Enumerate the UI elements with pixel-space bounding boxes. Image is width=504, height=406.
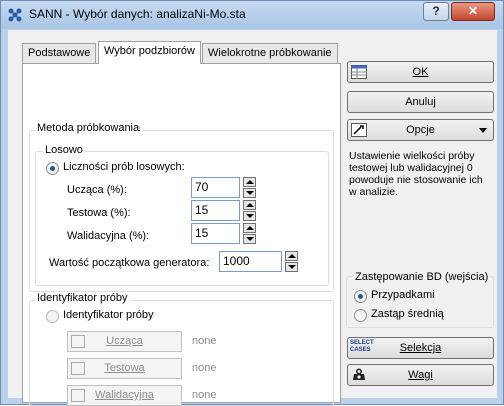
tab-podstawowe[interactable]: Podstawowe [22, 43, 97, 63]
variable-icon [71, 362, 85, 375]
validation-identifier-status: none [192, 389, 217, 401]
test-percent-stepper[interactable] [243, 200, 256, 221]
sample-size-note: Ustawienie wielkości próby testowej lub … [349, 150, 483, 198]
train-identifier-label: Ucząca [106, 335, 143, 347]
random-radio[interactable] [46, 162, 59, 175]
validation-identifier-button[interactable]: Walidacyjna [67, 385, 182, 406]
selection-button[interactable]: SELECT CASES Selekcja [347, 337, 494, 359]
ok-button[interactable]: OK [347, 61, 494, 83]
validation-percent-input[interactable]: 15 [191, 223, 240, 244]
variable-icon [71, 389, 85, 402]
identifier-group-label: Identyfikator próby [35, 292, 130, 304]
test-identifier-button[interactable]: Testowa [67, 358, 182, 379]
test-identifier-status: none [192, 362, 217, 374]
random-option-label: Liczności prób losowych: [63, 161, 185, 173]
random-group-label: Losowo [43, 144, 85, 156]
weight-icon [353, 368, 365, 380]
ok-label: OK [412, 66, 429, 78]
tab-panel: Metoda próbkowania Metoda próbkowania Lo… [22, 63, 341, 406]
train-percent-input[interactable]: 70 [191, 177, 240, 198]
replace-cases-radio[interactable] [354, 290, 367, 303]
selection-label: Selekcja [399, 342, 442, 354]
cancel-button[interactable]: Anuluj [347, 91, 494, 113]
identifier-radio[interactable] [46, 310, 59, 323]
options-icon [351, 123, 367, 137]
tab-wielokrotne-probkowanie[interactable]: Wielokrotne próbkowanie [202, 43, 338, 63]
weights-button[interactable]: Wagi [347, 364, 494, 386]
replace-mean-radio[interactable] [354, 309, 367, 322]
replace-missing-group [346, 276, 494, 328]
seed-input[interactable]: 1000 [219, 251, 282, 272]
train-identifier-button[interactable]: Ucząca [67, 331, 182, 352]
train-label: Ucząca (%): [67, 184, 127, 196]
validation-label: Walidacyjna (%): [67, 230, 150, 242]
select-cases-icon: SELECT CASES [350, 340, 374, 353]
method-group-title: Metoda próbkowania [37, 122, 140, 134]
variable-icon [71, 335, 85, 348]
tab-wybor-podzbiorow[interactable]: Wybór podzbiorów [98, 41, 201, 64]
dialog-body: Podstawowe Wybór podzbiorów Wielokrotne … [8, 30, 497, 406]
test-label: Testowa (%): [67, 207, 131, 219]
options-button[interactable]: Opcje [347, 119, 494, 141]
test-percent-input[interactable]: 15 [191, 200, 240, 221]
options-label: Opcje [406, 124, 435, 136]
train-identifier-status: none [192, 335, 217, 347]
replace-cases-label: Przypadkami [371, 289, 435, 301]
app-icon [8, 8, 22, 22]
weights-label: Wagi [408, 369, 433, 381]
validation-percent-stepper[interactable] [243, 223, 256, 244]
seed-label: Wartość początkowa generatora: [49, 257, 210, 269]
table-icon [351, 65, 367, 79]
title-bar[interactable]: SANN - Wybór danych: analizaNi-Mo.sta ? … [1, 1, 503, 29]
chevron-down-icon [479, 128, 487, 133]
test-identifier-label: Testowa [104, 362, 145, 374]
close-button[interactable]: ✕ [451, 2, 495, 21]
validation-identifier-label: Walidacyjna [95, 389, 154, 401]
window-title: SANN - Wybór danych: analizaNi-Mo.sta [29, 7, 246, 21]
dialog-window: SANN - Wybór danych: analizaNi-Mo.sta ? … [0, 0, 504, 406]
train-percent-stepper[interactable] [243, 177, 256, 198]
help-button[interactable]: ? [423, 2, 449, 21]
replace-mean-label: Zastąp średnią [371, 308, 444, 320]
identifier-option-label: Identyfikator próby [63, 309, 154, 321]
seed-stepper[interactable] [285, 251, 298, 272]
replace-missing-label: Zastępowanie BD (wejścia) [353, 271, 491, 283]
